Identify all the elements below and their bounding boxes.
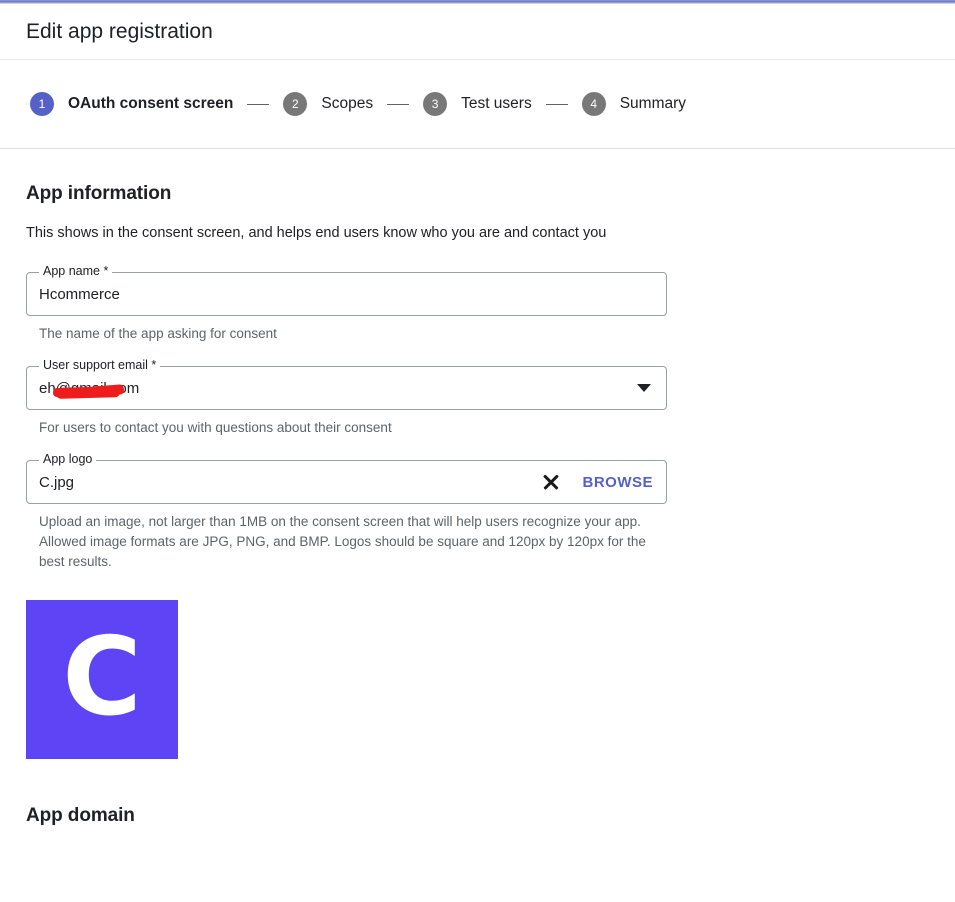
app-domain-heading: App domain [26,805,135,826]
wizard-stepper: 1 OAuth consent screen 2 Scopes 3 Test u… [0,60,955,149]
step-number-badge-3: 3 [423,92,448,116]
user-support-email-field-block: User support email * eh@gmail.com For us… [26,358,955,438]
step-summary[interactable]: 4 Summary [581,92,687,116]
page-header: Edit app registration [0,4,955,60]
step-scopes[interactable]: 2 Scopes [283,92,373,116]
app-name-input[interactable]: Hcommerce [39,272,120,316]
app-information-description: This shows in the consent screen, and he… [26,225,607,241]
step-label-1: OAuth consent screen [68,95,234,112]
user-support-email-value[interactable]: eh@gmail.com [39,366,139,410]
app-logo-filename: C.jpg [39,473,75,491]
step-connector-1 [247,103,270,105]
step-connector-3 [545,103,568,105]
step-number-badge-2: 2 [283,92,308,116]
browse-button[interactable]: BROWSE [583,474,654,491]
step-number-badge-4: 4 [581,92,606,116]
app-name-field-block: App name * Hcommerce The name of the app… [26,264,955,344]
step-label-4: Summary [619,95,687,112]
user-support-email-helper-text: For users to contact you with questions … [39,420,392,435]
app-logo-field-block: App logo C.jpg BROWSE Upload an image, n… [26,452,955,572]
app-logo-preview-letter: C [62,614,142,740]
app-logo-field[interactable]: App logo C.jpg BROWSE [26,452,667,504]
form-content: App information This shows in the consen… [0,149,955,572]
app-name-field[interactable]: App name * Hcommerce [26,264,667,316]
step-oauth-consent-screen[interactable]: 1 OAuth consent screen [30,92,233,116]
app-information-heading: App information [26,183,172,204]
app-logo-helper-text: Upload an image, not larger than 1MB on … [39,514,646,569]
step-number-badge-1: 1 [30,92,54,116]
app-name-field-outline [26,272,667,316]
email-text-wrapper: eh@gmail.com [39,380,139,399]
redaction-mark [55,385,121,399]
step-connector-2 [387,103,410,105]
app-logo-field-actions: BROWSE [541,460,654,504]
app-name-helper-text: The name of the app asking for consent [39,326,277,341]
close-icon[interactable] [541,472,561,492]
page-title: Edit app registration [26,19,213,43]
user-support-email-field[interactable]: User support email * eh@gmail.com [26,358,667,410]
chevron-down-icon[interactable] [637,384,651,392]
step-label-2: Scopes [321,95,374,112]
step-test-users[interactable]: 3 Test users [423,92,532,116]
app-logo-preview: C [26,600,178,759]
step-label-3: Test users [461,95,532,112]
